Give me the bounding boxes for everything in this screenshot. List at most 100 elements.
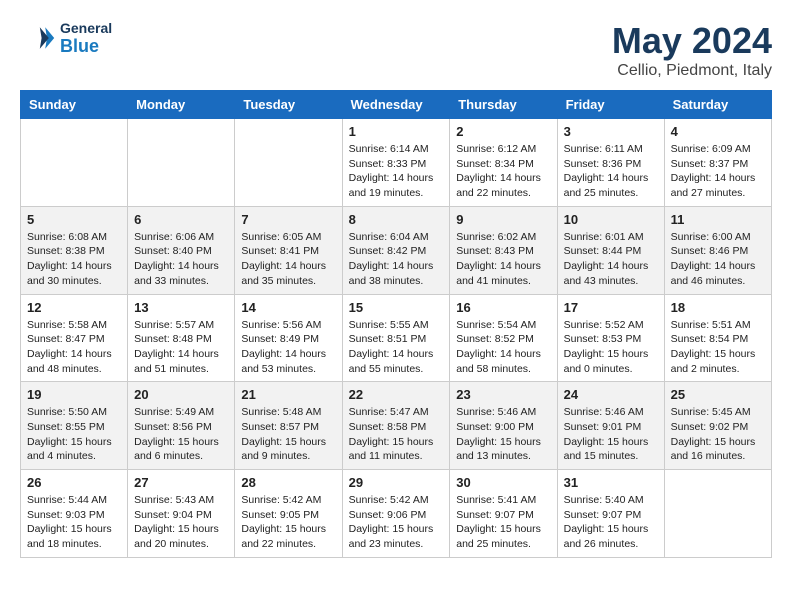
calendar-cell bbox=[235, 119, 342, 207]
day-number: 31 bbox=[564, 475, 658, 490]
cell-content: Sunrise: 5:50 AM Sunset: 8:55 PM Dayligh… bbox=[27, 405, 121, 464]
logo-general: General bbox=[60, 21, 112, 36]
calendar-cell bbox=[21, 119, 128, 207]
calendar-cell: 25Sunrise: 5:45 AM Sunset: 9:02 PM Dayli… bbox=[664, 382, 771, 470]
day-number: 2 bbox=[456, 124, 550, 139]
day-number: 6 bbox=[134, 212, 228, 227]
calendar-cell: 21Sunrise: 5:48 AM Sunset: 8:57 PM Dayli… bbox=[235, 382, 342, 470]
day-number: 20 bbox=[134, 387, 228, 402]
calendar-cell: 24 Sunrise: 5:46 AM Sunset: 9:01 PM Dayli… bbox=[557, 382, 664, 470]
day-number: 12 bbox=[27, 300, 121, 315]
cell-content: Sunrise: 6:14 AM Sunset: 8:33 PM Dayligh… bbox=[349, 142, 444, 201]
week-row-5: 26 Sunrise: 5:44 AM Sunset: 9:03 PM Dayli… bbox=[21, 470, 772, 558]
cell-content: Sunrise: 6:02 AM Sunset: 8:43 PM Dayligh… bbox=[456, 230, 550, 289]
day-number: 15 bbox=[349, 300, 444, 315]
day-number: 5 bbox=[27, 212, 121, 227]
calendar-cell: 18 Sunrise: 5:51 AM Sunset: 8:54 PM Dayli… bbox=[664, 294, 771, 382]
day-number: 8 bbox=[349, 212, 444, 227]
calendar-cell: 19 Sunrise: 5:50 AM Sunset: 8:55 PM Dayli… bbox=[21, 382, 128, 470]
calendar-body: 1 Sunrise: 6:14 AM Sunset: 8:33 PM Daylig… bbox=[21, 119, 772, 558]
day-number: 19 bbox=[27, 387, 121, 402]
cell-content: Sunrise: 6:04 AM Sunset: 8:42 PM Dayligh… bbox=[349, 230, 444, 289]
calendar-cell: 11 Sunrise: 6:00 AM Sunset: 8:46 PM Dayli… bbox=[664, 206, 771, 294]
calendar-cell: 6 Sunrise: 6:06 AM Sunset: 8:40 PM Daylig… bbox=[128, 206, 235, 294]
day-number: 11 bbox=[671, 212, 765, 227]
calendar-cell: 9 Sunrise: 6:02 AM Sunset: 8:43 PM Daylig… bbox=[450, 206, 557, 294]
calendar-cell: 31 Sunrise: 5:40 AM Sunset: 9:07 PM Dayli… bbox=[557, 470, 664, 558]
calendar-cell: 27Sunrise: 5:43 AM Sunset: 9:04 PM Dayli… bbox=[128, 470, 235, 558]
logo-text: General Blue bbox=[60, 21, 112, 54]
calendar-cell: 8 Sunrise: 6:04 AM Sunset: 8:42 PM Daylig… bbox=[342, 206, 450, 294]
day-number: 30 bbox=[456, 475, 550, 490]
cell-content: Sunrise: 5:42 AM Sunset: 9:06 PM Dayligh… bbox=[349, 493, 444, 552]
day-number: 17 bbox=[564, 300, 658, 315]
day-number: 18 bbox=[671, 300, 765, 315]
calendar-cell: 30 Sunrise: 5:41 AM Sunset: 9:07 PM Dayli… bbox=[450, 470, 557, 558]
cell-content: Sunrise: 5:46 AM Sunset: 9:00 PM Dayligh… bbox=[456, 405, 550, 464]
cell-content: Sunrise: 5:46 AM Sunset: 9:01 PM Dayligh… bbox=[564, 405, 658, 464]
week-row-3: 12Sunrise: 5:58 AM Sunset: 8:47 PM Dayli… bbox=[21, 294, 772, 382]
cell-content: Sunrise: 5:48 AM Sunset: 8:57 PM Dayligh… bbox=[241, 405, 335, 464]
cell-content: Sunrise: 5:56 AM Sunset: 8:49 PM Dayligh… bbox=[241, 318, 335, 377]
calendar-cell: 20Sunrise: 5:49 AM Sunset: 8:56 PM Dayli… bbox=[128, 382, 235, 470]
header-cell-tuesday: Tuesday bbox=[235, 91, 342, 119]
calendar-cell: 15 Sunrise: 5:55 AM Sunset: 8:51 PM Dayli… bbox=[342, 294, 450, 382]
calendar-cell: 1 Sunrise: 6:14 AM Sunset: 8:33 PM Daylig… bbox=[342, 119, 450, 207]
header-cell-saturday: Saturday bbox=[664, 91, 771, 119]
cell-content: Sunrise: 6:11 AM Sunset: 8:36 PM Dayligh… bbox=[564, 142, 658, 201]
header-cell-wednesday: Wednesday bbox=[342, 91, 450, 119]
cell-content: Sunrise: 5:57 AM Sunset: 8:48 PM Dayligh… bbox=[134, 318, 228, 377]
cell-content: Sunrise: 5:44 AM Sunset: 9:03 PM Dayligh… bbox=[27, 493, 121, 552]
title-block: May 2024 Cellio, Piedmont, Italy bbox=[612, 20, 772, 80]
cell-content: Sunrise: 5:55 AM Sunset: 8:51 PM Dayligh… bbox=[349, 318, 444, 377]
calendar-cell: 22 Sunrise: 5:47 AM Sunset: 8:58 PM Dayli… bbox=[342, 382, 450, 470]
calendar-cell: 4 Sunrise: 6:09 AM Sunset: 8:37 PM Daylig… bbox=[664, 119, 771, 207]
day-number: 28 bbox=[241, 475, 335, 490]
cell-content: Sunrise: 6:05 AM Sunset: 8:41 PM Dayligh… bbox=[241, 230, 335, 289]
calendar-cell: 14Sunrise: 5:56 AM Sunset: 8:49 PM Dayli… bbox=[235, 294, 342, 382]
calendar-cell: 29Sunrise: 5:42 AM Sunset: 9:06 PM Dayli… bbox=[342, 470, 450, 558]
calendar-cell: 26 Sunrise: 5:44 AM Sunset: 9:03 PM Dayli… bbox=[21, 470, 128, 558]
calendar-cell: 28Sunrise: 5:42 AM Sunset: 9:05 PM Dayli… bbox=[235, 470, 342, 558]
cell-content: Sunrise: 6:09 AM Sunset: 8:37 PM Dayligh… bbox=[671, 142, 765, 201]
cell-content: Sunrise: 6:08 AM Sunset: 8:38 PM Dayligh… bbox=[27, 230, 121, 289]
calendar-cell: 3 Sunrise: 6:11 AM Sunset: 8:36 PM Daylig… bbox=[557, 119, 664, 207]
calendar-cell: 2 Sunrise: 6:12 AM Sunset: 8:34 PM Daylig… bbox=[450, 119, 557, 207]
day-number: 9 bbox=[456, 212, 550, 227]
day-number: 22 bbox=[349, 387, 444, 402]
day-number: 13 bbox=[134, 300, 228, 315]
calendar-header: SundayMondayTuesdayWednesdayThursdayFrid… bbox=[21, 91, 772, 119]
month-year: May 2024 bbox=[612, 20, 772, 62]
cell-content: Sunrise: 5:43 AM Sunset: 9:04 PM Dayligh… bbox=[134, 493, 228, 552]
cell-content: Sunrise: 5:52 AM Sunset: 8:53 PM Dayligh… bbox=[564, 318, 658, 377]
calendar-cell: 13 Sunrise: 5:57 AM Sunset: 8:48 PM Dayli… bbox=[128, 294, 235, 382]
week-row-1: 1 Sunrise: 6:14 AM Sunset: 8:33 PM Daylig… bbox=[21, 119, 772, 207]
cell-content: Sunrise: 5:51 AM Sunset: 8:54 PM Dayligh… bbox=[671, 318, 765, 377]
calendar-cell: 17 Sunrise: 5:52 AM Sunset: 8:53 PM Dayli… bbox=[557, 294, 664, 382]
day-number: 3 bbox=[564, 124, 658, 139]
cell-content: Sunrise: 5:41 AM Sunset: 9:07 PM Dayligh… bbox=[456, 493, 550, 552]
logo: General Blue bbox=[20, 20, 112, 56]
calendar-cell: 5 Sunrise: 6:08 AM Sunset: 8:38 PM Daylig… bbox=[21, 206, 128, 294]
calendar-cell: 7Sunrise: 6:05 AM Sunset: 8:41 PM Daylig… bbox=[235, 206, 342, 294]
logo-icon bbox=[20, 20, 56, 56]
header-cell-thursday: Thursday bbox=[450, 91, 557, 119]
calendar-cell: 16Sunrise: 5:54 AM Sunset: 8:52 PM Dayli… bbox=[450, 294, 557, 382]
day-number: 4 bbox=[671, 124, 765, 139]
header-cell-sunday: Sunday bbox=[21, 91, 128, 119]
day-number: 1 bbox=[349, 124, 444, 139]
cell-content: Sunrise: 5:45 AM Sunset: 9:02 PM Dayligh… bbox=[671, 405, 765, 464]
cell-content: Sunrise: 5:40 AM Sunset: 9:07 PM Dayligh… bbox=[564, 493, 658, 552]
day-number: 24 bbox=[564, 387, 658, 402]
header-cell-friday: Friday bbox=[557, 91, 664, 119]
calendar-cell bbox=[128, 119, 235, 207]
cell-content: Sunrise: 5:47 AM Sunset: 8:58 PM Dayligh… bbox=[349, 405, 444, 464]
day-number: 10 bbox=[564, 212, 658, 227]
cell-content: Sunrise: 6:00 AM Sunset: 8:46 PM Dayligh… bbox=[671, 230, 765, 289]
cell-content: Sunrise: 6:01 AM Sunset: 8:44 PM Dayligh… bbox=[564, 230, 658, 289]
calendar-cell: 10 Sunrise: 6:01 AM Sunset: 8:44 PM Dayli… bbox=[557, 206, 664, 294]
day-number: 26 bbox=[27, 475, 121, 490]
cell-content: Sunrise: 6:12 AM Sunset: 8:34 PM Dayligh… bbox=[456, 142, 550, 201]
location: Cellio, Piedmont, Italy bbox=[612, 62, 772, 80]
cell-content: Sunrise: 6:06 AM Sunset: 8:40 PM Dayligh… bbox=[134, 230, 228, 289]
